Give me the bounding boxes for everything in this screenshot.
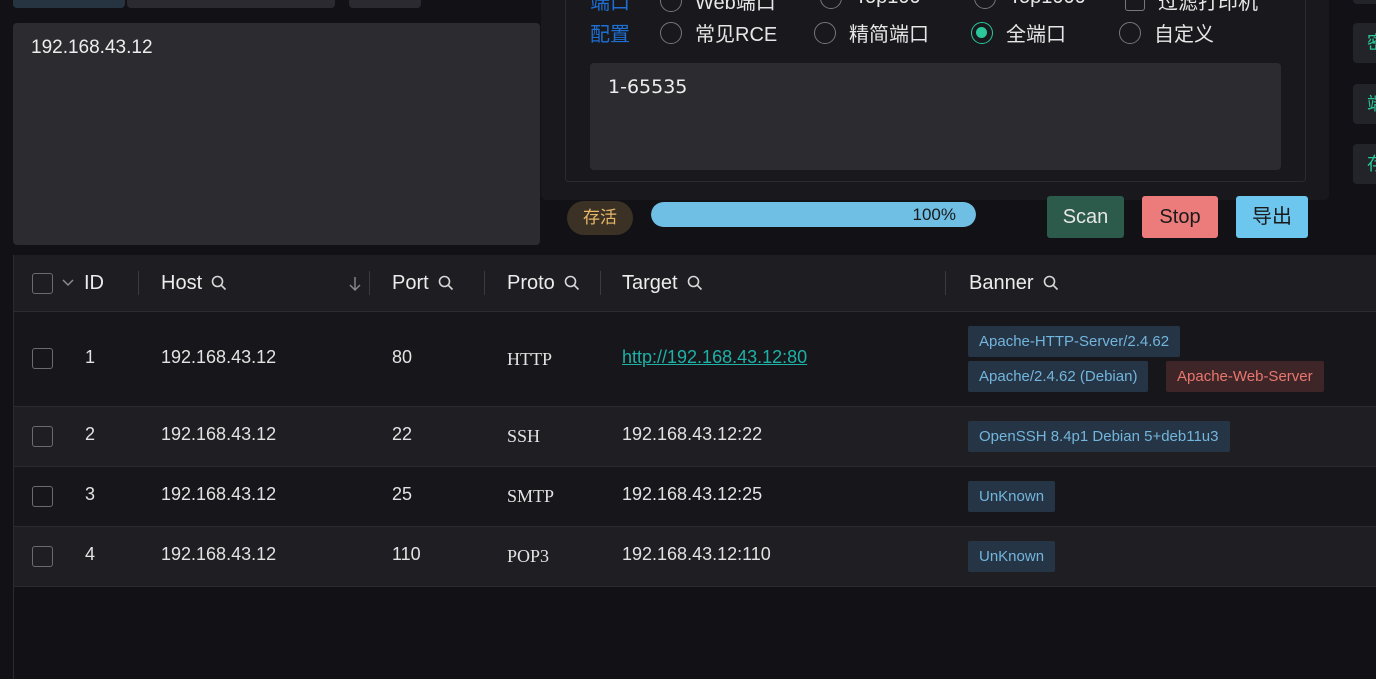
cell-proto: SMTP xyxy=(507,486,555,506)
cell-host: 192.168.43.12 xyxy=(161,544,277,564)
select-all-checkbox[interactable] xyxy=(32,273,53,294)
column-divider[interactable] xyxy=(600,271,601,295)
row-checkbox[interactable] xyxy=(32,546,53,567)
config-label: 配置 xyxy=(590,24,630,46)
column-id[interactable]: ID xyxy=(84,255,104,311)
cell-id: 3 xyxy=(85,484,96,504)
table-header: ID Host Port Proto Target Banner xyxy=(14,255,1376,312)
cell-id: 4 xyxy=(85,544,96,564)
cell-host: 192.168.43.12 xyxy=(161,484,277,504)
tab-stub-2[interactable] xyxy=(127,0,335,8)
cell-port: 80 xyxy=(392,347,413,367)
table-row[interactable]: 1 192.168.43.12 80 HTTP http://192.168.4… xyxy=(14,312,1376,407)
side-button-4[interactable]: 存 xyxy=(1353,144,1376,184)
search-icon[interactable] xyxy=(438,275,454,291)
table-row[interactable]: 3 192.168.43.12 25 SMTP 192.168.43.12:25… xyxy=(14,467,1376,527)
column-banner[interactable]: Banner xyxy=(969,255,1059,311)
checkbox-icon xyxy=(1125,0,1145,11)
tab-stub-1[interactable] xyxy=(13,0,125,8)
column-divider[interactable] xyxy=(138,271,139,295)
radio-icon xyxy=(974,0,996,9)
cell-proto: HTTP xyxy=(507,349,552,369)
targets-textarea[interactable]: 192.168.43.12 xyxy=(13,23,540,245)
column-divider[interactable] xyxy=(369,271,370,295)
radio-icon xyxy=(660,21,682,44)
radio-checked-icon xyxy=(971,21,993,44)
radio-icon xyxy=(814,21,836,44)
radio-top100[interactable]: Top100 xyxy=(820,0,921,9)
side-button-2[interactable]: 密 xyxy=(1353,23,1376,63)
column-host[interactable]: Host xyxy=(161,255,227,311)
column-divider[interactable] xyxy=(484,271,485,295)
banner-tag: OpenSSH 8.4p1 Debian 5+deb11u3 xyxy=(968,421,1230,452)
sort-arrow-icon[interactable] xyxy=(348,275,362,293)
cell-proto: SSH xyxy=(507,426,541,446)
column-port[interactable]: Port xyxy=(392,255,454,311)
radio-common-rce[interactable]: 常见RCE xyxy=(660,18,777,47)
cell-target: 192.168.43.12:25 xyxy=(622,484,763,504)
ports-textarea[interactable]: 1-65535 xyxy=(590,63,1281,170)
cell-port: 22 xyxy=(392,424,413,444)
banner-tag: UnKnown xyxy=(968,481,1056,512)
radio-lite-ports[interactable]: 精简端口 xyxy=(814,18,929,47)
chevron-down-icon[interactable] xyxy=(61,277,75,289)
export-button[interactable]: 导出 xyxy=(1236,196,1308,238)
row-checkbox[interactable] xyxy=(32,348,53,369)
banner-tag: Apache-Web-Server xyxy=(1166,361,1324,392)
radio-top1000[interactable]: Top1000 xyxy=(974,0,1086,9)
cell-host: 192.168.43.12 xyxy=(161,424,277,444)
cell-id: 2 xyxy=(85,424,96,444)
radio-icon xyxy=(820,0,842,9)
targets-value: 192.168.43.12 xyxy=(31,37,153,58)
progress-bar: 100% xyxy=(651,202,976,227)
cell-port: 25 xyxy=(392,484,413,504)
column-divider[interactable] xyxy=(945,271,946,295)
row-checkbox[interactable] xyxy=(32,426,53,447)
search-icon[interactable] xyxy=(211,275,227,291)
banner-tag: UnKnown xyxy=(968,541,1056,572)
search-icon[interactable] xyxy=(1043,275,1059,291)
radio-icon xyxy=(660,0,682,12)
cell-proto: POP3 xyxy=(507,546,550,566)
search-icon[interactable] xyxy=(687,275,703,291)
side-button-3[interactable]: 端 xyxy=(1353,84,1376,124)
ports-value: 1-65535 xyxy=(608,76,688,98)
search-icon[interactable] xyxy=(564,275,580,291)
banner-tag: Apache-HTTP-Server/2.4.62 xyxy=(968,326,1181,357)
banner-tag: Apache/2.4.62 (Debian) xyxy=(968,361,1149,392)
results-table: ID Host Port Proto Target Banner 1 192.1… xyxy=(13,255,1376,679)
column-proto[interactable]: Proto xyxy=(507,255,580,311)
cell-target-link[interactable]: http://192.168.43.12:80 xyxy=(622,347,807,368)
radio-custom[interactable]: 自定义 xyxy=(1119,18,1214,47)
checkbox-filter-printer[interactable]: 过滤打印机 xyxy=(1125,0,1258,15)
row-checkbox[interactable] xyxy=(32,486,53,507)
table-row[interactable]: 4 192.168.43.12 110 POP3 192.168.43.12:1… xyxy=(14,527,1376,587)
cell-port: 110 xyxy=(392,544,421,564)
stop-button[interactable]: Stop xyxy=(1142,196,1218,238)
side-button-1[interactable] xyxy=(1353,0,1376,4)
radio-icon xyxy=(1119,21,1141,44)
cell-id: 1 xyxy=(85,347,96,367)
cell-host: 192.168.43.12 xyxy=(161,347,277,367)
radio-web-ports[interactable]: Web端口 xyxy=(660,0,776,15)
port-label: 端口 xyxy=(590,0,630,14)
cell-target: 192.168.43.12:22 xyxy=(622,424,763,444)
cell-target: 192.168.43.12:110 xyxy=(622,544,771,564)
table-row[interactable]: 2 192.168.43.12 22 SSH 192.168.43.12:22 … xyxy=(14,407,1376,467)
tab-stub-3[interactable] xyxy=(349,0,421,8)
scan-button[interactable]: Scan xyxy=(1047,196,1124,238)
radio-all-ports[interactable]: 全端口 xyxy=(971,18,1066,47)
alive-badge: 存活 xyxy=(567,201,633,235)
progress-text: 100% xyxy=(912,205,956,224)
column-target[interactable]: Target xyxy=(622,255,703,311)
